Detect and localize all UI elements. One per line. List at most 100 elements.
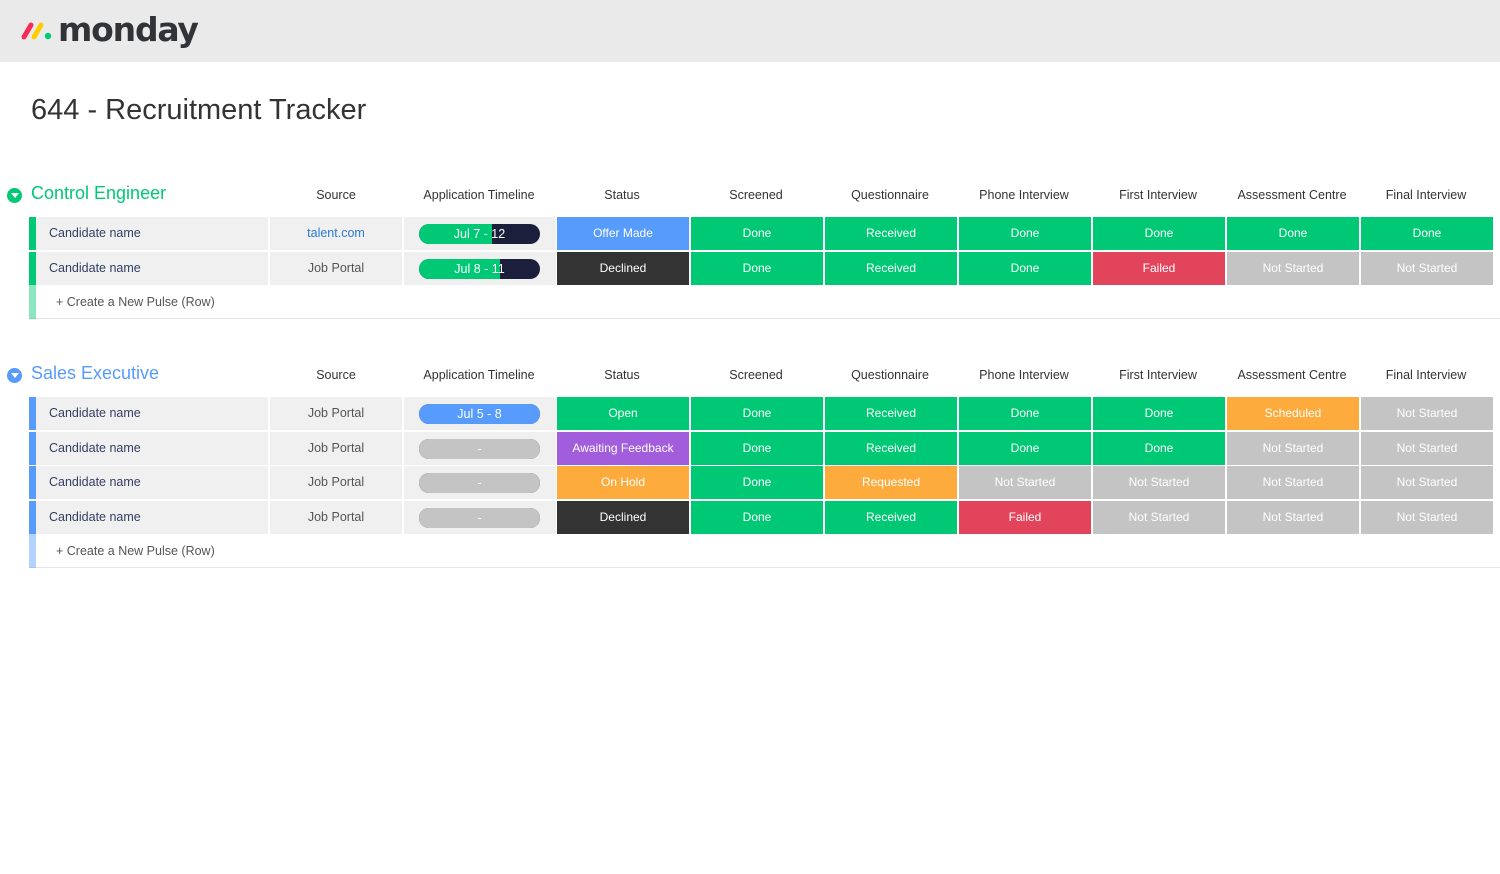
stage-cell[interactable]: Scheduled	[1227, 397, 1359, 430]
table-row[interactable]: Candidate name talent.com Jul 7 - 12 Offer …	[29, 217, 1500, 250]
candidate-name[interactable]: Candidate name	[36, 431, 268, 465]
stage-cell[interactable]: Not Started	[1227, 500, 1359, 534]
candidate-name[interactable]: Candidate name	[36, 466, 268, 499]
stage-cell[interactable]: Not Started	[1361, 500, 1493, 534]
stage-cell[interactable]: Done	[691, 466, 823, 499]
column-header[interactable]: Final Interview	[1351, 188, 1500, 202]
timeline-pill[interactable]: Jul 5 - 8	[419, 404, 540, 424]
source-cell[interactable]: Job Portal	[270, 500, 402, 534]
stage-cell[interactable]: Done	[1093, 217, 1225, 250]
stage-cell[interactable]: Received	[825, 500, 957, 534]
column-header[interactable]: Status	[547, 188, 697, 202]
stage-cell[interactable]: Requested	[825, 466, 957, 499]
stage-cell[interactable]: Done	[959, 251, 1091, 285]
status-cell[interactable]: Offer Made	[557, 217, 689, 250]
stage-cell[interactable]: Received	[825, 397, 957, 430]
candidate-name[interactable]: Candidate name	[36, 500, 268, 534]
stage-cell[interactable]: Not Started	[1093, 500, 1225, 534]
stage-cell[interactable]: Done	[691, 217, 823, 250]
stage-cell[interactable]: Done	[959, 431, 1091, 465]
column-header[interactable]: Questionnaire	[815, 368, 965, 382]
collapse-chevron-icon[interactable]	[7, 188, 22, 203]
timeline-pill[interactable]: -	[419, 507, 540, 528]
source-cell[interactable]: Job Portal	[270, 466, 402, 499]
column-header[interactable]: Phone Interview	[949, 368, 1099, 382]
column-header[interactable]: First Interview	[1083, 188, 1233, 202]
stage-cell[interactable]: Done	[959, 217, 1091, 250]
stage-cell[interactable]: Received	[825, 251, 957, 285]
stage-cell[interactable]: Not Started	[1227, 431, 1359, 465]
stage-cell[interactable]: Received	[825, 217, 957, 250]
table-row[interactable]: Candidate name Job Portal - Awaiting Feedba…	[29, 431, 1500, 465]
table-row[interactable]: Candidate name Job Portal - Declined Done Rec…	[29, 500, 1500, 534]
stage-cell[interactable]: Done	[1361, 217, 1493, 250]
column-header[interactable]: Screened	[681, 368, 831, 382]
timeline-pill[interactable]: -	[419, 473, 540, 493]
column-header[interactable]: Questionnaire	[815, 188, 965, 202]
stage-cell[interactable]: Not Started	[1227, 466, 1359, 499]
stage-cell[interactable]: Done	[691, 397, 823, 430]
stage-cell[interactable]: Not Started	[1361, 251, 1493, 285]
group-title[interactable]: Control Engineer	[31, 183, 166, 204]
source-cell[interactable]: talent.com	[270, 217, 402, 250]
board-title[interactable]: 644 - Recruitment Tracker	[31, 94, 366, 127]
column-header[interactable]: Application Timeline	[404, 368, 554, 382]
create-new-pulse-label[interactable]: + Create a New Pulse (Row)	[56, 285, 215, 319]
stage-cell[interactable]: Failed	[959, 500, 1091, 534]
monday-logo[interactable]: monday	[20, 10, 199, 50]
status-cell[interactable]: Awaiting Feedback	[557, 431, 689, 465]
stage-cell[interactable]: Done	[1093, 431, 1225, 465]
stage-cell[interactable]: Done	[691, 500, 823, 534]
table-row[interactable]: Candidate name Job Portal - On Hold Done Requ…	[29, 466, 1500, 499]
column-header[interactable]: First Interview	[1083, 368, 1233, 382]
column-header[interactable]: Source	[261, 188, 411, 202]
column-header[interactable]: Status	[547, 368, 697, 382]
create-new-pulse-label[interactable]: + Create a New Pulse (Row)	[56, 534, 215, 568]
stage-cell[interactable]: Done	[959, 397, 1091, 430]
stage-cell[interactable]: Done	[1227, 217, 1359, 250]
timeline-cell[interactable]: -	[404, 466, 556, 499]
timeline-cell[interactable]: -	[404, 500, 556, 534]
stage-cell[interactable]: Done	[691, 431, 823, 465]
timeline-pill[interactable]: Jul 8 - 11	[419, 258, 540, 279]
column-header[interactable]: Screened	[681, 188, 831, 202]
candidate-name[interactable]: Candidate name	[36, 251, 268, 285]
timeline-cell[interactable]: Jul 5 - 8	[404, 397, 556, 430]
timeline-cell[interactable]: Jul 8 - 11	[404, 251, 556, 285]
column-header[interactable]: Final Interview	[1351, 368, 1500, 382]
stage-cell[interactable]: Not Started	[1361, 397, 1493, 430]
stage-cell[interactable]: Done	[1093, 397, 1225, 430]
create-new-pulse-row[interactable]: + Create a New Pulse (Row)	[29, 534, 1500, 568]
stage-cell[interactable]: Not Started	[1093, 466, 1225, 499]
column-header[interactable]: Assessment Centre	[1217, 188, 1367, 202]
table-row[interactable]: Candidate name Job Portal Jul 5 - 8 Open Don…	[29, 397, 1500, 430]
candidate-name[interactable]: Candidate name	[36, 217, 268, 250]
timeline-pill[interactable]: -	[419, 438, 540, 459]
stage-cell[interactable]: Failed	[1093, 251, 1225, 285]
timeline-cell[interactable]: -	[404, 431, 556, 465]
status-cell[interactable]: Declined	[557, 500, 689, 534]
column-header[interactable]: Source	[261, 368, 411, 382]
status-cell[interactable]: Declined	[557, 251, 689, 285]
column-header[interactable]: Application Timeline	[404, 188, 554, 202]
stage-cell[interactable]: Not Started	[959, 466, 1091, 499]
source-cell[interactable]: Job Portal	[270, 431, 402, 465]
stage-cell[interactable]: Not Started	[1361, 466, 1493, 499]
candidate-name[interactable]: Candidate name	[36, 397, 268, 430]
group-title[interactable]: Sales Executive	[31, 363, 159, 384]
table-row[interactable]: Candidate name Job Portal Jul 8 - 11 Declin…	[29, 251, 1500, 285]
collapse-chevron-icon[interactable]	[7, 368, 22, 383]
source-cell[interactable]: Job Portal	[270, 251, 402, 285]
status-cell[interactable]: Open	[557, 397, 689, 430]
column-header[interactable]: Assessment Centre	[1217, 368, 1367, 382]
stage-cell[interactable]: Received	[825, 431, 957, 465]
create-new-pulse-row[interactable]: + Create a New Pulse (Row)	[29, 285, 1500, 319]
timeline-cell[interactable]: Jul 7 - 12	[404, 217, 556, 250]
stage-cell[interactable]: Not Started	[1227, 251, 1359, 285]
column-header[interactable]: Phone Interview	[949, 188, 1099, 202]
stage-cell[interactable]: Not Started	[1361, 431, 1493, 465]
source-cell[interactable]: Job Portal	[270, 397, 402, 430]
timeline-pill[interactable]: Jul 7 - 12	[419, 224, 540, 244]
status-cell[interactable]: On Hold	[557, 466, 689, 499]
stage-cell[interactable]: Done	[691, 251, 823, 285]
